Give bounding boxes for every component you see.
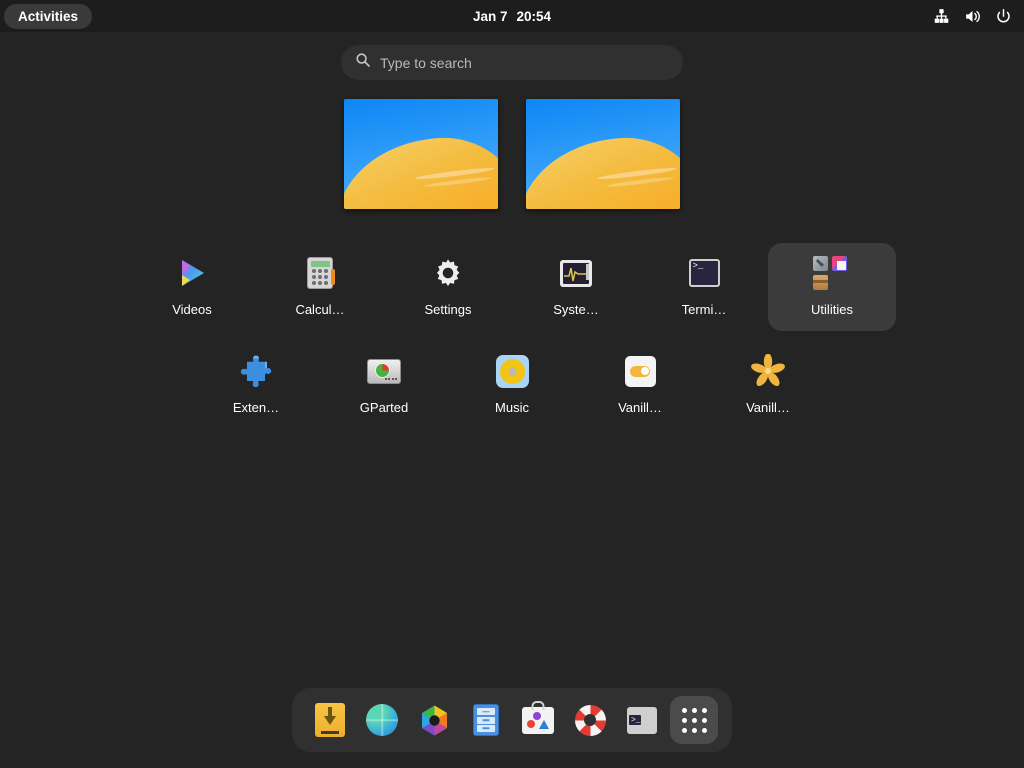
clock-area: Jan 7 20:54 bbox=[0, 0, 1024, 32]
terminal-icon: >_ bbox=[685, 254, 723, 292]
extensions-puzzle-icon bbox=[237, 352, 275, 390]
folder-mini-icon bbox=[813, 275, 828, 290]
workspace-thumbnails bbox=[0, 99, 1024, 209]
calculator-icon bbox=[301, 254, 339, 292]
app-grid-row: Exten… GParted Music Vanill… Vanill… bbox=[0, 341, 1024, 429]
vanilla-toggle-icon bbox=[621, 352, 659, 390]
dash-item-files[interactable] bbox=[462, 696, 510, 744]
app-grid: Videos Calcul… Settings Syste… >_ Termi…… bbox=[0, 243, 1024, 429]
clock-date: Jan 7 bbox=[472, 8, 508, 24]
software-icon bbox=[522, 700, 554, 734]
app-item-system-monitor[interactable]: Syste… bbox=[512, 243, 640, 331]
music-icon bbox=[493, 352, 531, 390]
help-icon bbox=[574, 704, 606, 736]
dash-item-show-apps[interactable] bbox=[670, 696, 718, 744]
search-icon bbox=[355, 52, 371, 73]
web-browser-icon bbox=[366, 704, 398, 736]
search-placeholder: Type to search bbox=[380, 54, 472, 71]
terminal-icon: >_ bbox=[627, 706, 657, 734]
show-apps-grid-icon bbox=[681, 707, 707, 733]
app-item-vanilla-first-setup[interactable]: Vanill… bbox=[704, 341, 832, 429]
app-label: Termi… bbox=[681, 302, 727, 317]
network-wired-icon bbox=[933, 8, 950, 25]
app-item-vanilla-control-center[interactable]: Vanill… bbox=[576, 341, 704, 429]
app-label: Videos bbox=[172, 302, 212, 317]
gparted-disk-icon bbox=[365, 352, 403, 390]
desktop-overview: Activities Jan 7 20:54 Type to search Vi… bbox=[0, 0, 1024, 768]
app-item-extensions[interactable]: Exten… bbox=[192, 341, 320, 429]
app-item-music[interactable]: Music bbox=[448, 341, 576, 429]
search-area: Type to search bbox=[0, 45, 1024, 80]
status-menu-button[interactable] bbox=[933, 0, 1012, 32]
activities-label: Activities bbox=[18, 8, 79, 24]
app-folder-utilities[interactable]: Utilities bbox=[768, 243, 896, 331]
app-item-settings[interactable]: Settings bbox=[384, 243, 512, 331]
app-item-terminal[interactable]: >_ Termi… bbox=[640, 243, 768, 331]
dash-item-web-browser[interactable] bbox=[358, 696, 406, 744]
clock-button[interactable]: Jan 7 20:54 bbox=[473, 9, 551, 24]
folder-icon bbox=[813, 254, 851, 292]
folder-mini-icon bbox=[832, 256, 847, 271]
app-label: Vanill… bbox=[618, 400, 662, 415]
system-monitor-icon bbox=[557, 254, 595, 292]
app-grid-row: Videos Calcul… Settings Syste… >_ Termi…… bbox=[0, 243, 1024, 331]
app-label: Exten… bbox=[232, 400, 280, 415]
app-label: Calcul… bbox=[295, 302, 345, 317]
workspace-thumbnail[interactable] bbox=[526, 99, 680, 209]
clock-time: 20:54 bbox=[516, 8, 552, 24]
videos-icon bbox=[173, 254, 211, 292]
power-icon bbox=[995, 8, 1012, 25]
app-label: Settings bbox=[424, 302, 472, 317]
app-label: Utilities bbox=[811, 302, 853, 317]
top-bar: Activities Jan 7 20:54 bbox=[0, 0, 1024, 32]
app-item-gparted[interactable]: GParted bbox=[320, 341, 448, 429]
install-media-icon bbox=[315, 703, 345, 737]
vanilla-star-icon bbox=[749, 352, 787, 390]
search-input[interactable]: Type to search bbox=[341, 45, 683, 80]
app-label: Music bbox=[495, 400, 529, 415]
settings-gear-icon bbox=[429, 254, 467, 292]
files-icon bbox=[473, 704, 499, 736]
app-item-calculator[interactable]: Calcul… bbox=[256, 243, 384, 331]
volume-icon bbox=[964, 8, 981, 25]
folder-mini-icon bbox=[813, 256, 828, 271]
dash-item-help[interactable] bbox=[566, 696, 614, 744]
dash: >_ bbox=[292, 688, 732, 752]
app-label: Vanill… bbox=[746, 400, 790, 415]
app-label: GParted bbox=[359, 400, 409, 415]
app-item-videos[interactable]: Videos bbox=[128, 243, 256, 331]
activities-button[interactable]: Activities bbox=[4, 3, 93, 29]
workspace-thumbnail[interactable] bbox=[344, 99, 498, 209]
dash-item-install-media[interactable] bbox=[306, 696, 354, 744]
dash-item-software[interactable] bbox=[514, 696, 562, 744]
dash-item-photos[interactable] bbox=[410, 696, 458, 744]
dash-item-terminal[interactable]: >_ bbox=[618, 696, 666, 744]
app-label: Syste… bbox=[553, 302, 599, 317]
photos-icon bbox=[418, 704, 451, 737]
